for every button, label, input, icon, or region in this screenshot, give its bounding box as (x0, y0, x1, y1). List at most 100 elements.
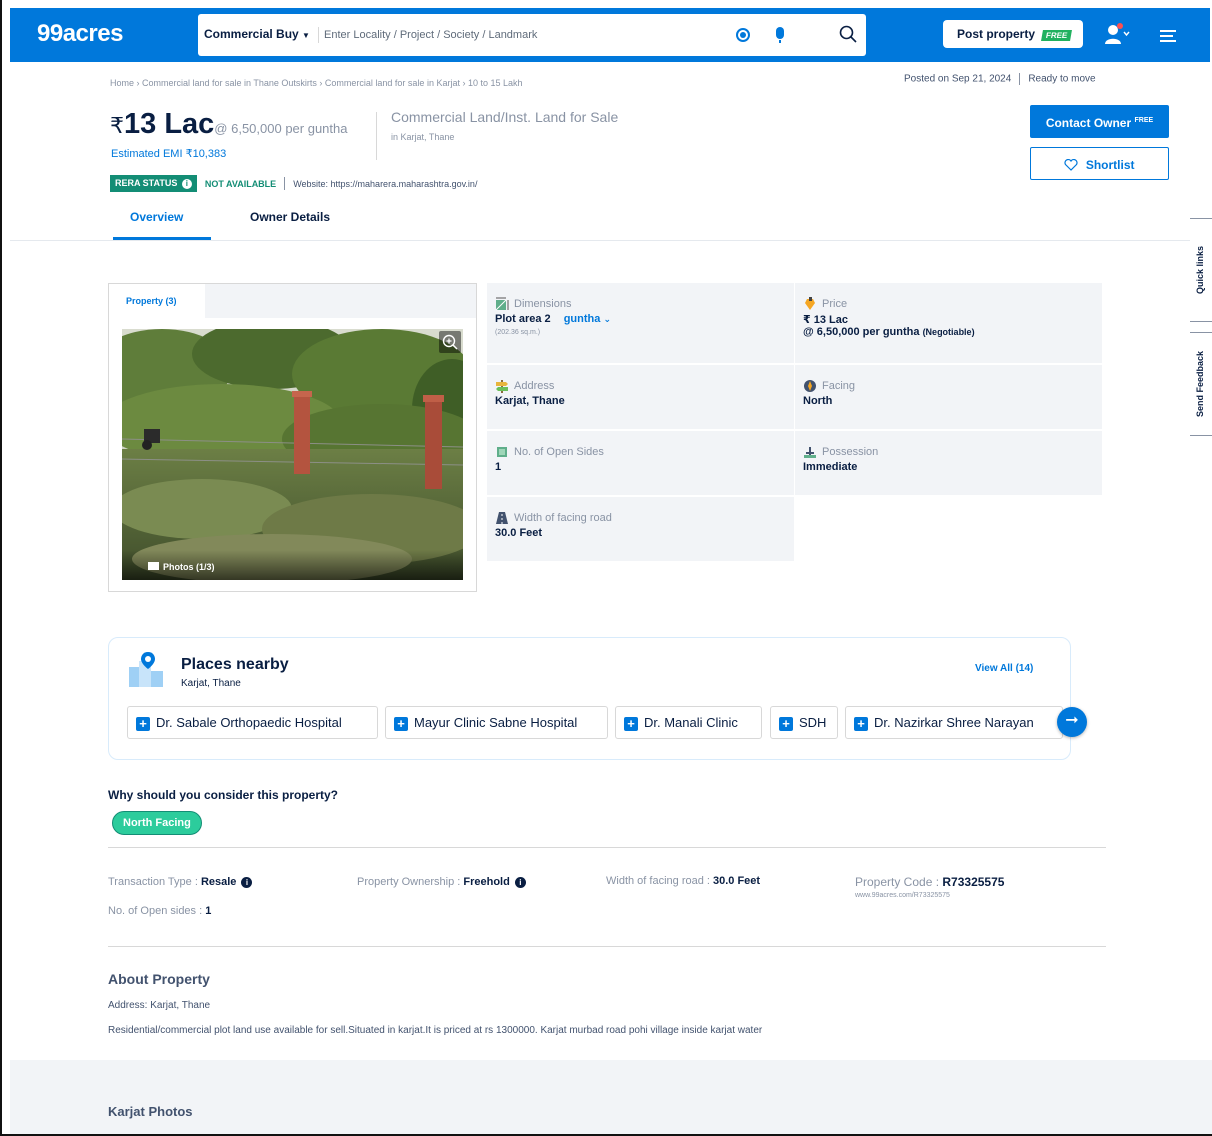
dimensions-icon (495, 297, 509, 311)
price-main: ₹13 Lac (110, 108, 214, 140)
rera-status-label: RERA STATUS (115, 178, 178, 188)
plus-icon: + (779, 717, 793, 731)
info-icon[interactable]: i (514, 877, 526, 888)
breadcrumb[interactable]: Home › Commercial land for sale in Thane… (110, 78, 523, 88)
detail-label: Property Ownership : (357, 876, 464, 888)
open-sides-icon (497, 447, 507, 457)
open-sides-label: No. of Open Sides (514, 446, 604, 458)
tab-property-photos[interactable]: Property (3) (109, 284, 205, 318)
unit-dropdown[interactable]: guntha ⌄ (564, 313, 611, 325)
tab-overview[interactable]: Overview (130, 210, 183, 224)
send-feedback-tab[interactable]: Send Feedback (1190, 332, 1212, 436)
property-location: in Karjat, Thane (391, 132, 455, 142)
places-nearby-subtitle: Karjat, Thane (181, 678, 241, 689)
price-rate: @ 6,50,000 per guntha (214, 121, 348, 136)
price-per-unit: @ 6,50,000 per guntha (803, 326, 920, 338)
site-logo[interactable]: 99acres (37, 20, 123, 48)
search-type-dropdown[interactable]: Commercial Buy ▼ (204, 27, 319, 43)
facing-value: North (803, 395, 833, 407)
microphone-icon[interactable] (776, 27, 784, 43)
place-name: Dr. Manali Clinic (644, 715, 738, 730)
info-label: Width of facing road (495, 511, 786, 525)
plus-icon: + (136, 717, 150, 731)
info-label: Possession (803, 445, 1094, 459)
road-width-value: 30.0 Feet (495, 527, 543, 539)
info-address: Address Karjat, Thane (487, 365, 794, 429)
contact-owner-button[interactable]: Contact Owner FREE (1030, 105, 1169, 138)
quick-links-tab[interactable]: Quick links (1190, 218, 1212, 322)
tab-owner-details[interactable]: Owner Details (250, 210, 330, 224)
free-tag: FREE (1041, 30, 1073, 41)
facing-label: Facing (822, 380, 856, 392)
open-sides-detail: No. of Open sides : 1 (108, 905, 211, 917)
heart-icon (1064, 159, 1079, 171)
price-tag-icon (805, 297, 815, 310)
about-address: Address: Karjat, Thane (108, 1000, 211, 1011)
search-input[interactable] (324, 22, 704, 48)
why-consider-title: Why should you consider this property? (108, 788, 339, 802)
info-label: Facing (803, 379, 1094, 393)
tab-bar: Overview Owner Details (10, 200, 1210, 241)
dimensions-sqm: (202.36 sq.m.) (495, 329, 541, 336)
info-dimensions: Dimensions Plot area 2 guntha ⌄ (202.36 … (487, 283, 794, 363)
property-photo[interactable]: Photos (1/3) (122, 329, 463, 580)
rera-availability: NOT AVAILABLE (204, 178, 277, 189)
signpost-icon (496, 380, 508, 393)
detail-value: Freehold (463, 876, 510, 888)
plot-area: Plot area 2 (495, 313, 551, 325)
menu-icon[interactable] (1160, 30, 1176, 42)
info-label: No. of Open Sides (495, 445, 786, 459)
transaction-type: Transaction Type : Resale i (108, 876, 253, 888)
buildings-location-icon (129, 652, 163, 687)
info-price: Price ₹ 13 Lac @ 6,50,000 per guntha (Ne… (795, 283, 1102, 363)
search-icon[interactable] (838, 24, 858, 44)
price-label: Price (822, 298, 848, 310)
search-bar: Commercial Buy ▼ (198, 14, 866, 56)
place-name: SDH (799, 715, 827, 730)
price-rate-value: @ 6,50,000 per guntha (Negotiable) (803, 326, 1094, 338)
shortlist-button[interactable]: Shortlist (1030, 147, 1169, 180)
shortlist-label: Shortlist (1085, 158, 1135, 172)
north-facing-badge: North Facing (112, 811, 202, 835)
emi-link[interactable]: Estimated EMI ₹10,383 (111, 147, 226, 160)
divider (108, 847, 1106, 848)
user-account-icon[interactable] (1104, 22, 1130, 46)
price-block: ₹13 Lac@ 6,50,000 per guntha (110, 108, 347, 141)
info-facing: Facing North (795, 365, 1102, 429)
info-icon[interactable]: i (181, 179, 192, 189)
open-sides-value: 1 (495, 461, 502, 473)
chevron-down-icon: ⌄ (603, 314, 611, 324)
possession-status: Ready to move (1028, 73, 1096, 85)
place-name: Dr. Nazirkar Shree Narayan (874, 715, 1034, 730)
photo-count[interactable]: Photos (1/3) (148, 562, 215, 572)
rera-status-badge: RERA STATUS i (110, 175, 197, 192)
facing-road-width: Width of facing road : 30.0 Feet (606, 875, 760, 887)
nearby-place-chip[interactable]: + Dr. Sabale Orthopaedic Hospital (127, 706, 378, 739)
negotiable-tag: (Negotiable) (922, 327, 975, 337)
zoom-button[interactable] (439, 331, 461, 353)
location-target-icon[interactable] (736, 28, 750, 42)
rera-status-row: RERA STATUS i NOT AVAILABLE Website: htt… (110, 175, 477, 192)
zoom-in-icon (442, 334, 458, 350)
plus-icon: + (394, 717, 408, 731)
nearby-place-chip[interactable]: + Dr. Nazirkar Shree Narayan (845, 706, 1063, 739)
nearby-place-chip[interactable]: + SDH (770, 706, 838, 739)
detail-label: Property Code : (855, 875, 943, 889)
bottom-section-bg (10, 1060, 1212, 1134)
photo-count-label: Photos (1/3) (163, 562, 215, 572)
contact-owner-label: Contact Owner (1045, 116, 1132, 130)
page-frame: 99acres Commercial Buy ▼ Post property F… (0, 0, 1212, 1136)
view-all-link[interactable]: View All (14) (975, 663, 1033, 674)
detail-label: No. of Open sides : (108, 905, 206, 917)
next-arrow-icon[interactable]: ➞ (1057, 707, 1087, 737)
info-open-sides: No. of Open Sides 1 (487, 431, 794, 495)
price-amount: 13 Lac (124, 108, 215, 140)
info-icon[interactable]: i (241, 877, 253, 888)
post-property-button[interactable]: Post property FREE (943, 20, 1083, 48)
info-label: Dimensions (495, 297, 786, 311)
nearby-place-chip[interactable]: + Dr. Manali Clinic (615, 706, 762, 739)
currency-symbol: ₹ (110, 113, 124, 138)
property-title: Commercial Land/Inst. Land for Sale (391, 109, 619, 125)
photo-card: Property (3) Photos (1/3) (108, 283, 477, 592)
nearby-place-chip[interactable]: + Mayur Clinic Sabne Hospital (385, 706, 608, 739)
